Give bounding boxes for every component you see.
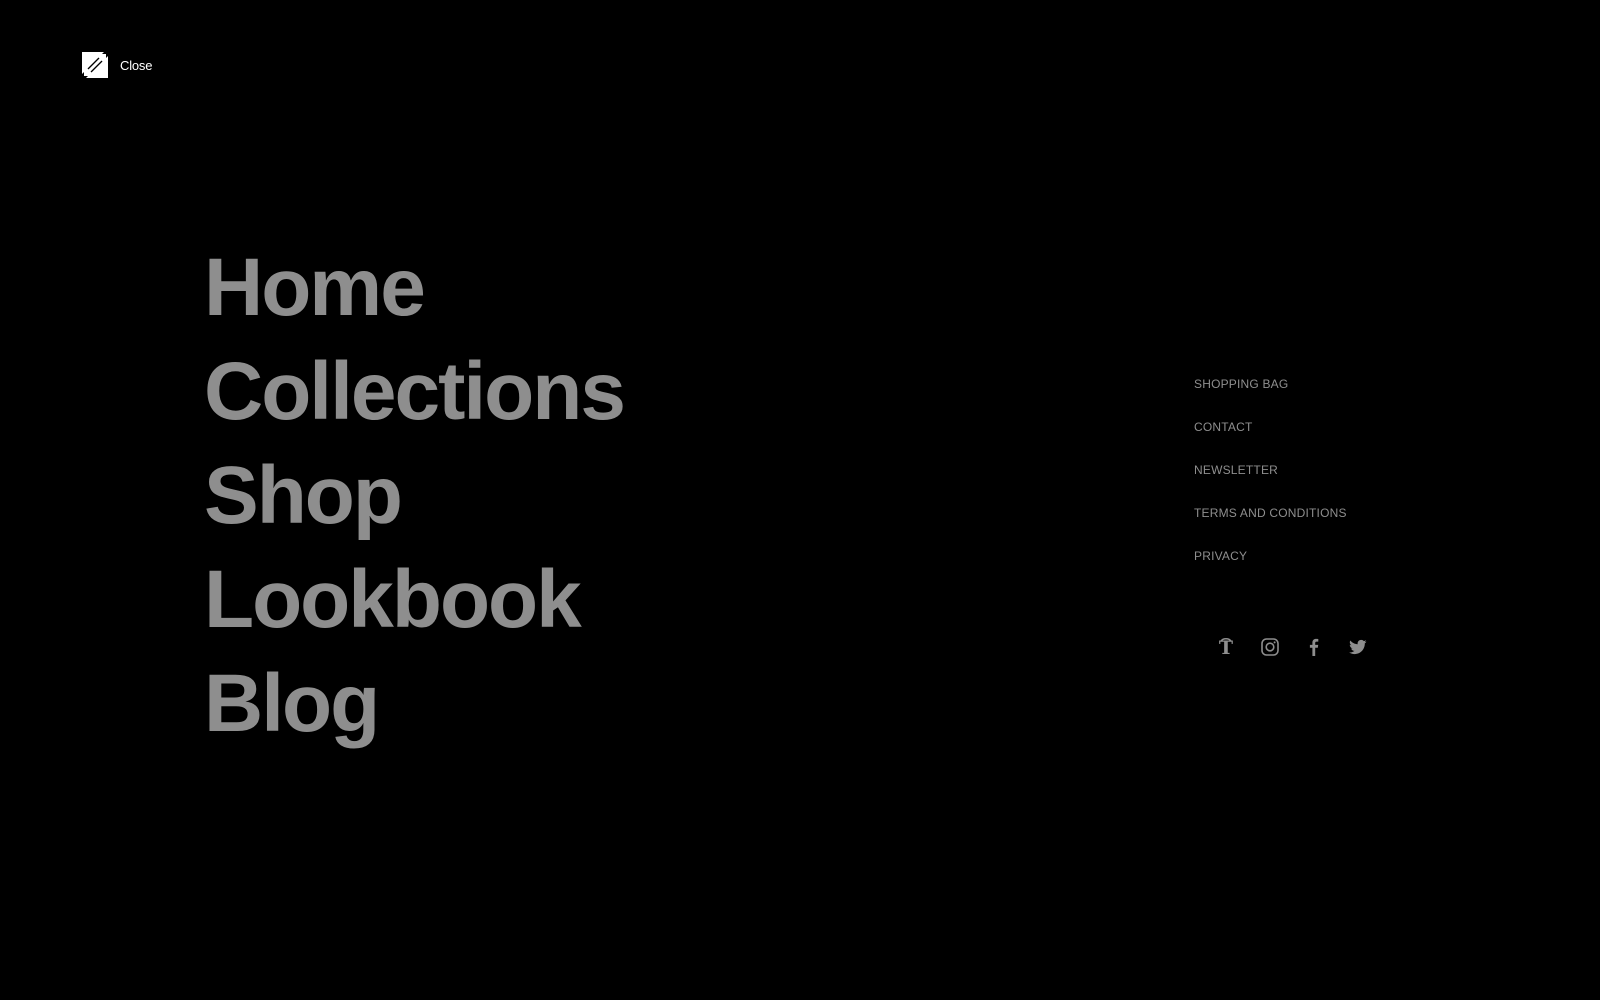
privacy-link[interactable]: PRIVACY [1194,549,1247,563]
close-label: Close [120,57,153,73]
secondary-nav-item-privacy[interactable]: PRIVACY [1194,545,1347,588]
terms-and-conditions-link[interactable]: TERMS AND CONDITIONS [1194,506,1347,520]
secondary-nav-item-contact[interactable]: CONTACT [1194,416,1347,459]
primary-nav-item-shop[interactable]: Shop [204,444,624,548]
primary-nav-item-lookbook[interactable]: Lookbook [204,548,624,652]
primary-nav-item-collections[interactable]: Collections [204,340,626,444]
expand-arrows-icon [80,50,110,80]
primary-nav-link-blog[interactable]: Blog [204,658,380,749]
primary-nav-item-home[interactable]: Home [204,236,624,340]
newsletter-link[interactable]: NEWSLETTER [1194,463,1278,477]
social-links: T [1216,637,1368,657]
secondary-nav-item-newsletter[interactable]: NEWSLETTER [1194,459,1347,502]
shopping-bag-link[interactable]: SHOPPING BAG [1194,377,1288,391]
instagram-icon[interactable] [1260,637,1280,657]
secondary-nav: SHOPPING BAG CONTACT NEWSLETTER TERMS AN… [1194,373,1347,588]
primary-nav-item-blog[interactable]: Blog [204,652,624,756]
contact-link[interactable]: CONTACT [1194,420,1253,434]
secondary-nav-item-terms[interactable]: TERMS AND CONDITIONS [1194,502,1347,545]
facebook-icon[interactable] [1304,637,1324,657]
secondary-nav-item-shopping-bag[interactable]: SHOPPING BAG [1194,373,1347,416]
close-button[interactable]: Close [80,50,152,80]
primary-nav-link-home[interactable]: Home [204,242,426,333]
primary-nav: Home Collections Shop Lookbook Blog [204,236,626,756]
primary-nav-link-shop[interactable]: Shop [204,450,403,541]
ny-times-icon[interactable]: T [1216,637,1236,657]
primary-nav-link-lookbook[interactable]: Lookbook [204,554,582,645]
primary-nav-link-collections[interactable]: Collections [204,346,626,437]
twitter-icon[interactable] [1348,637,1368,657]
